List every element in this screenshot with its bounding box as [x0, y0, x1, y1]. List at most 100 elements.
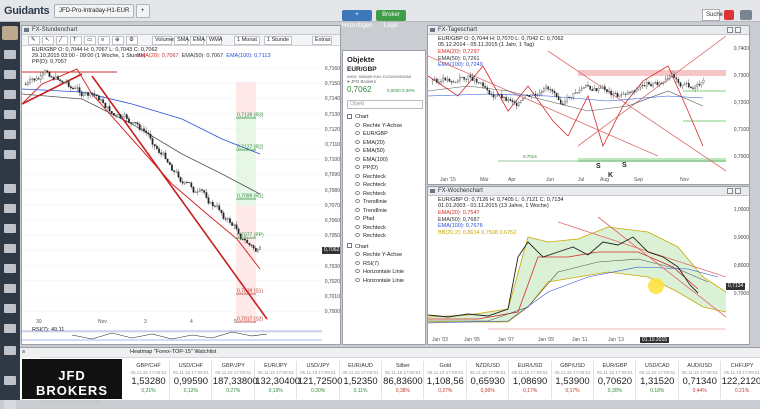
objects-list-item[interactable]: Rechteck	[355, 232, 386, 241]
broker-login-button[interactable]: Broker Login	[376, 10, 406, 29]
tab-workspace[interactable]: JFD-Pro-Intraday-H1-EUR	[54, 4, 134, 18]
search-input[interactable]: Suche	[702, 9, 723, 21]
watchlist-item[interactable]: AUD/USD 05.11.15 17:09:51 0,71340 0,44%	[679, 361, 722, 399]
objects-list-item[interactable]: Horizontale Linie	[355, 277, 404, 286]
eye-icon[interactable]	[355, 252, 360, 256]
sidebar-icon-6[interactable]	[4, 150, 16, 159]
watchlist-item[interactable]: USD/CHF 05.11.15 17:09:51 0,99590 0,12%	[170, 361, 213, 399]
toolbar-volumen[interactable]: Volumen	[152, 36, 176, 45]
sidebar-icon-7[interactable]	[4, 184, 16, 193]
objects-list-item[interactable]: Rechte Y-Achse	[355, 251, 402, 260]
sidebar-icon-14[interactable]	[4, 324, 16, 333]
avatar[interactable]	[2, 26, 18, 40]
watchlist-item[interactable]: EUR/GBP 05.11.15 17:09:51 0,70620 0,30%	[594, 361, 637, 399]
eye-icon[interactable]	[355, 190, 360, 195]
sidebar-icon-2[interactable]	[4, 70, 16, 79]
objects-list-item[interactable]: Pfad	[355, 215, 374, 224]
watchlist-item[interactable]: GBP/JPY 05.11.15 17:09:51 187,33800 0,27%	[213, 361, 258, 399]
eye-icon[interactable]	[355, 182, 360, 186]
hourly-chart-canvas[interactable]: 0,7139 (R3) 0,7127 (R2) 0,7099 (R1) 0,7077 …	[22, 64, 341, 345]
objects-list-item[interactable]: Trendlinie	[355, 198, 387, 207]
objects-list-item[interactable]: Horizontale Linie	[355, 268, 404, 277]
objects-search-input[interactable]: Objekt	[347, 100, 423, 109]
watchlist-item[interactable]: USD/CAD 05.11.15 17:09:51 1,31520 0,18%	[637, 361, 679, 399]
eye-icon[interactable]	[355, 156, 360, 161]
objects-group-header[interactable]: Chart	[347, 243, 368, 252]
checkbox-icon[interactable]	[347, 113, 352, 119]
checkbox-icon[interactable]	[347, 243, 352, 248]
sidebar-icon-16[interactable]	[4, 376, 16, 385]
eye-icon[interactable]	[355, 260, 360, 265]
maximize-icon[interactable]	[735, 27, 741, 33]
objects-list-item[interactable]: Trendlinie	[355, 207, 387, 216]
sidebar-icon-10[interactable]	[4, 244, 16, 253]
watchlist-item[interactable]: Silber 05.11.15 17:09:51 86,83600 0,38%	[382, 361, 425, 399]
objects-group-header[interactable]: Chart	[347, 113, 368, 122]
eye-icon[interactable]	[355, 148, 360, 152]
watchlist-item[interactable]: Gold 05.11.15 17:09:51 1,108,56 0,27%	[425, 361, 467, 399]
eye-icon[interactable]	[355, 224, 360, 229]
eye-icon[interactable]	[355, 207, 360, 212]
sidebar-icon-11[interactable]	[4, 264, 16, 273]
objects-list-item[interactable]: PP(D)	[355, 164, 378, 173]
interval-select[interactable]: 1 Stunde	[264, 36, 292, 45]
toolbar-sma[interactable]: SMA	[174, 36, 189, 45]
eye-icon[interactable]	[355, 173, 360, 178]
daily-chart-canvas[interactable]	[428, 36, 726, 178]
zoom-icon[interactable]: ⊕	[112, 36, 124, 45]
objects-list-item[interactable]: Rechteck	[355, 224, 386, 233]
minimize-icon[interactable]	[727, 27, 733, 33]
panel-title-weekly[interactable]: FX-Wochenchart	[428, 187, 749, 196]
eye-icon[interactable]	[355, 139, 360, 144]
objects-list-item[interactable]: Rechteck	[355, 173, 386, 182]
objects-list-item[interactable]: RSI(7)	[355, 260, 379, 269]
watchlist-item[interactable]: USD/JPY 05.11.15 17:09:51 121,72500 0,30%	[298, 361, 343, 399]
objects-list-item[interactable]: Rechte Y-Achse	[355, 122, 402, 131]
eye-icon[interactable]	[355, 216, 360, 220]
weekly-chart-canvas[interactable]	[428, 197, 726, 337]
toolbar-wma[interactable]: WMA	[206, 36, 222, 45]
sidebar-icon-4[interactable]	[4, 110, 16, 119]
eye-icon[interactable]	[355, 131, 360, 135]
timeframe-range-select[interactable]: 1 Monat	[234, 36, 260, 45]
sidebar-icon-5[interactable]	[4, 130, 16, 139]
watchlist-item[interactable]: EUR/AUD 05.11.15 17:09:51 1,52350 0,11%	[340, 361, 382, 399]
maximize-icon[interactable]	[735, 188, 741, 194]
sidebar-icon-8[interactable]	[4, 204, 16, 213]
sidebar-icon-3[interactable]	[4, 90, 16, 99]
objects-list-item[interactable]: EMA(20)	[355, 139, 385, 148]
extras-menu[interactable]: Extras	[312, 36, 332, 45]
watchlist-item[interactable]: NZD/USD 05.11.15 17:09:51 0,65930 0,06%	[467, 361, 510, 399]
watchlist-item[interactable]: EUR/JPY 05.11.15 17:09:51 132,30400 0,19%	[255, 361, 300, 399]
watchlist-item[interactable]: GBP/CHF 05.11.15 17:09:51 1,53280 0,21%	[128, 361, 170, 399]
objects-list-item[interactable]: Rechteck	[355, 181, 386, 190]
panel-title-daily[interactable]: FX-Tageschart	[428, 26, 749, 35]
minimize-icon[interactable]	[727, 188, 733, 194]
sidebar-icon-12[interactable]	[4, 284, 16, 293]
eye-icon[interactable]	[355, 199, 360, 203]
cursor-icon[interactable]: ↖	[42, 36, 54, 45]
eye-icon[interactable]	[355, 165, 360, 169]
sidebar-icon-13[interactable]	[4, 304, 16, 313]
sidebar-icon-1[interactable]	[4, 50, 16, 59]
eye-icon[interactable]	[355, 122, 360, 127]
text-icon[interactable]: T	[70, 36, 82, 45]
watchlist-item[interactable]: EUR/USD 05.11.15 17:09:51 1,08690 0,17%	[510, 361, 552, 399]
pencil-icon[interactable]: ✎	[28, 36, 40, 45]
app-logo[interactable]: Guidants	[4, 5, 50, 17]
objects-list-item[interactable]: EUR/GBP	[355, 130, 388, 139]
objects-list-item[interactable]: EMA(50)	[355, 147, 385, 156]
fib-icon[interactable]: ≡	[98, 36, 110, 45]
objects-list-item[interactable]: EMA(100)	[355, 156, 388, 165]
menu-icon[interactable]	[740, 10, 752, 20]
broker-logo[interactable]: JFD BROKERS DEPTH FIRST. THEN EXECUTE.	[22, 359, 122, 404]
eye-icon[interactable]	[355, 269, 360, 273]
sidebar-icon-15[interactable]	[4, 346, 16, 355]
add-button[interactable]: + Hinzufügen	[342, 10, 372, 29]
objects-list-item[interactable]: Rechteck	[355, 190, 386, 199]
eye-icon[interactable]	[355, 277, 360, 282]
toolbar-ema[interactable]: EMA	[190, 36, 205, 45]
settings-icon[interactable]: ⚙	[126, 36, 138, 45]
eye-icon[interactable]	[355, 233, 360, 237]
shape-icon[interactable]: ▭	[84, 36, 96, 45]
